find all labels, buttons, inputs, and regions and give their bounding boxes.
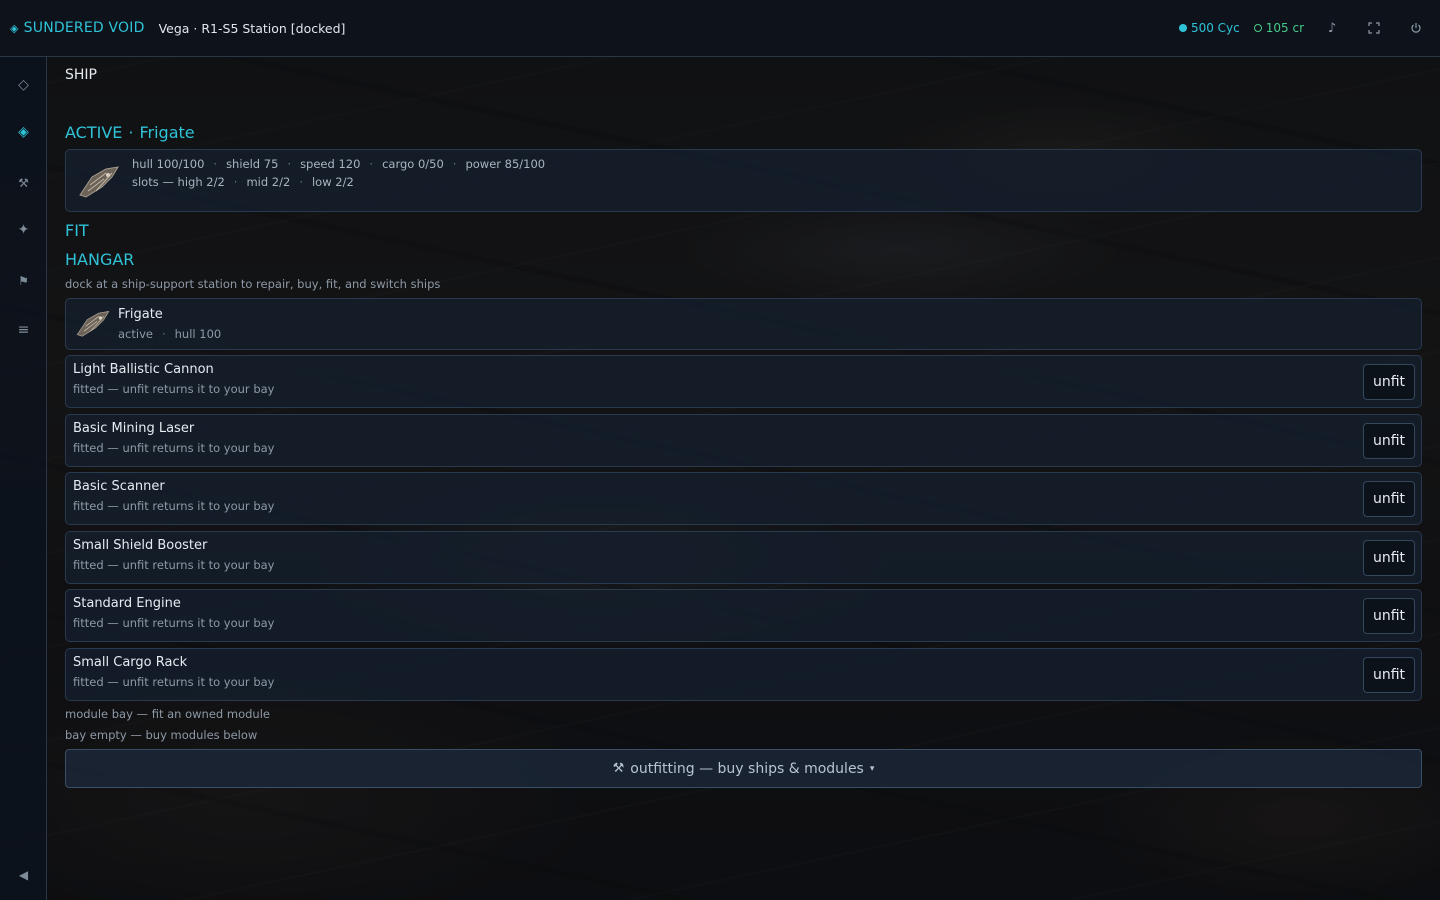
sidebar-item-map[interactable]: ◇ (0, 67, 47, 103)
module-row: Basic Scanner fitted — unfit returns it … (65, 472, 1422, 525)
module-status: fitted — unfit returns it to your bay (73, 499, 275, 513)
ship-thumbnail-icon (79, 166, 119, 198)
sidebar-collapse-button[interactable]: ◀ (0, 857, 47, 893)
power-button[interactable] (1402, 14, 1430, 42)
ship-stats-line-2: slots — high 2/2 · mid 2/2 · low 2/2 (132, 175, 354, 189)
music-toggle-button[interactable]: ♪ (1318, 14, 1346, 42)
hangar-heading: HANGAR (65, 250, 135, 269)
active-ship-heading: ACTIVE · Frigate (65, 123, 195, 142)
module-status: fitted — unfit returns it to your bay (73, 675, 275, 689)
brand-diamond-icon: ◈ (10, 21, 19, 35)
credit-ring-icon (1253, 24, 1262, 32)
main-panel: SHIP ACTIVE · Frigate hull 100/100 · shield … (47, 57, 1440, 900)
outfitting-toggle-button[interactable]: ⚒ outfitting — buy ships & modules ▾ (65, 749, 1422, 788)
module-name: Small Shield Booster (73, 538, 208, 553)
top-bar-right: 500 Cyc 105 cr ♪ (1178, 14, 1430, 42)
active-label: ACTIVE (65, 123, 123, 142)
unfit-button[interactable]: unfit (1363, 364, 1415, 400)
module-status: fitted — unfit returns it to your bay (73, 616, 275, 630)
cyc-dot-icon (1178, 24, 1187, 32)
flag-icon: ⚑ (18, 274, 29, 288)
caret-down-icon: ▾ (869, 763, 875, 774)
sidebar-item-missions[interactable]: ⚑ (0, 263, 47, 299)
hangar-ship-meta: active · hull 100 (118, 327, 222, 341)
hangar-hint: dock at a ship-support station to repair… (65, 277, 441, 291)
cyc-value: 500 Cyc (1190, 21, 1240, 35)
fullscreen-icon (1368, 22, 1380, 34)
module-name: Light Ballistic Cannon (73, 362, 214, 377)
credit-balance: 105 cr (1253, 21, 1304, 35)
diamond-filled-icon: ◈ (18, 124, 29, 140)
tools-icon: ⚒ (18, 176, 29, 190)
stat-speed: speed 120 (300, 157, 361, 171)
stat-power: power 85/100 (465, 157, 546, 171)
stat-cargo: cargo 0/50 (382, 157, 444, 171)
slots-high: slots — high 2/2 (132, 175, 225, 189)
module-row: Basic Mining Laser fitted — unfit return… (65, 414, 1422, 467)
diamond-outline-icon: ◇ (18, 77, 29, 93)
module-name: Basic Mining Laser (73, 421, 195, 436)
hangar-ship-thumbnail-icon (76, 310, 110, 337)
module-row: Light Ballistic Cannon fitted — unfit re… (65, 355, 1422, 408)
brand-name: SUNDERED VOID (23, 20, 145, 36)
brand: ◈ SUNDERED VOID (10, 20, 145, 36)
active-ship-name: Frigate (139, 123, 195, 142)
module-row: Small Shield Booster fitted — unfit retu… (65, 531, 1422, 584)
active-separator: · (128, 123, 134, 142)
ship-stats-line-1: hull 100/100 · shield 75 · speed 120 · cargo 0… (132, 157, 546, 171)
unfit-button[interactable]: unfit (1363, 657, 1415, 693)
sidebar-item-skills[interactable]: ✦ (0, 212, 47, 248)
music-note-icon: ♪ (1327, 20, 1337, 36)
top-bar: ◈ SUNDERED VOID Vega · R1-S5 Station [do… (0, 0, 1440, 57)
unfit-button[interactable]: unfit (1363, 598, 1415, 634)
module-status: fitted — unfit returns it to your bay (73, 558, 275, 572)
location-label: Vega · R1-S5 Station [docked] (158, 20, 346, 36)
hangar-ship-hull: hull 100 (174, 327, 222, 341)
fit-heading: FIT (65, 221, 89, 240)
active-ship-card: hull 100/100 · shield 75 · speed 120 · cargo 0… (65, 149, 1422, 212)
unfit-button[interactable]: unfit (1363, 481, 1415, 517)
wrench-hammer-icon: ⚒ (612, 761, 625, 776)
hangar-ship-card[interactable]: Frigate active · hull 100 (65, 298, 1422, 350)
module-bay-hint: module bay — fit an owned module (65, 707, 270, 721)
module-status: fitted — unfit returns it to your bay (73, 441, 275, 455)
module-name: Standard Engine (73, 596, 181, 611)
sidebar-item-tools[interactable]: ⚒ (0, 165, 47, 201)
credit-value: 105 cr (1265, 21, 1304, 35)
module-row: Standard Engine fitted — unfit returns i… (65, 589, 1422, 642)
hangar-ship-name: Frigate (118, 307, 163, 322)
outfitting-label: outfitting — buy ships & modules (630, 760, 864, 777)
page-title: SHIP (65, 67, 97, 83)
module-status: fitted — unfit returns it to your bay (73, 382, 275, 396)
slots-mid: mid 2/2 (246, 175, 291, 189)
power-icon (1411, 23, 1421, 33)
stat-shield: shield 75 (226, 157, 279, 171)
fullscreen-button[interactable] (1360, 14, 1388, 42)
collapse-icon: ◀ (18, 868, 29, 882)
module-name: Small Cargo Rack (73, 655, 188, 670)
star-icon: ✦ (17, 222, 30, 238)
hangar-ship-status: active (118, 327, 153, 341)
menu-icon: ≡ (17, 322, 30, 338)
unfit-button[interactable]: unfit (1363, 540, 1415, 576)
sidebar-item-menu[interactable]: ≡ (0, 312, 47, 348)
unfit-button[interactable]: unfit (1363, 423, 1415, 459)
slots-low: low 2/2 (311, 175, 354, 189)
stat-hull: hull 100/100 (132, 157, 205, 171)
bay-empty-hint: bay empty — buy modules below (65, 728, 258, 742)
module-name: Basic Scanner (73, 479, 165, 494)
module-row: Small Cargo Rack fitted — unfit returns … (65, 648, 1422, 701)
sidebar: ◇ ◈ ⚒ ✦ ⚑ ≡ ◀ (0, 57, 47, 900)
sidebar-item-ship[interactable]: ◈ (0, 114, 47, 150)
cyc-balance: 500 Cyc (1178, 21, 1240, 35)
